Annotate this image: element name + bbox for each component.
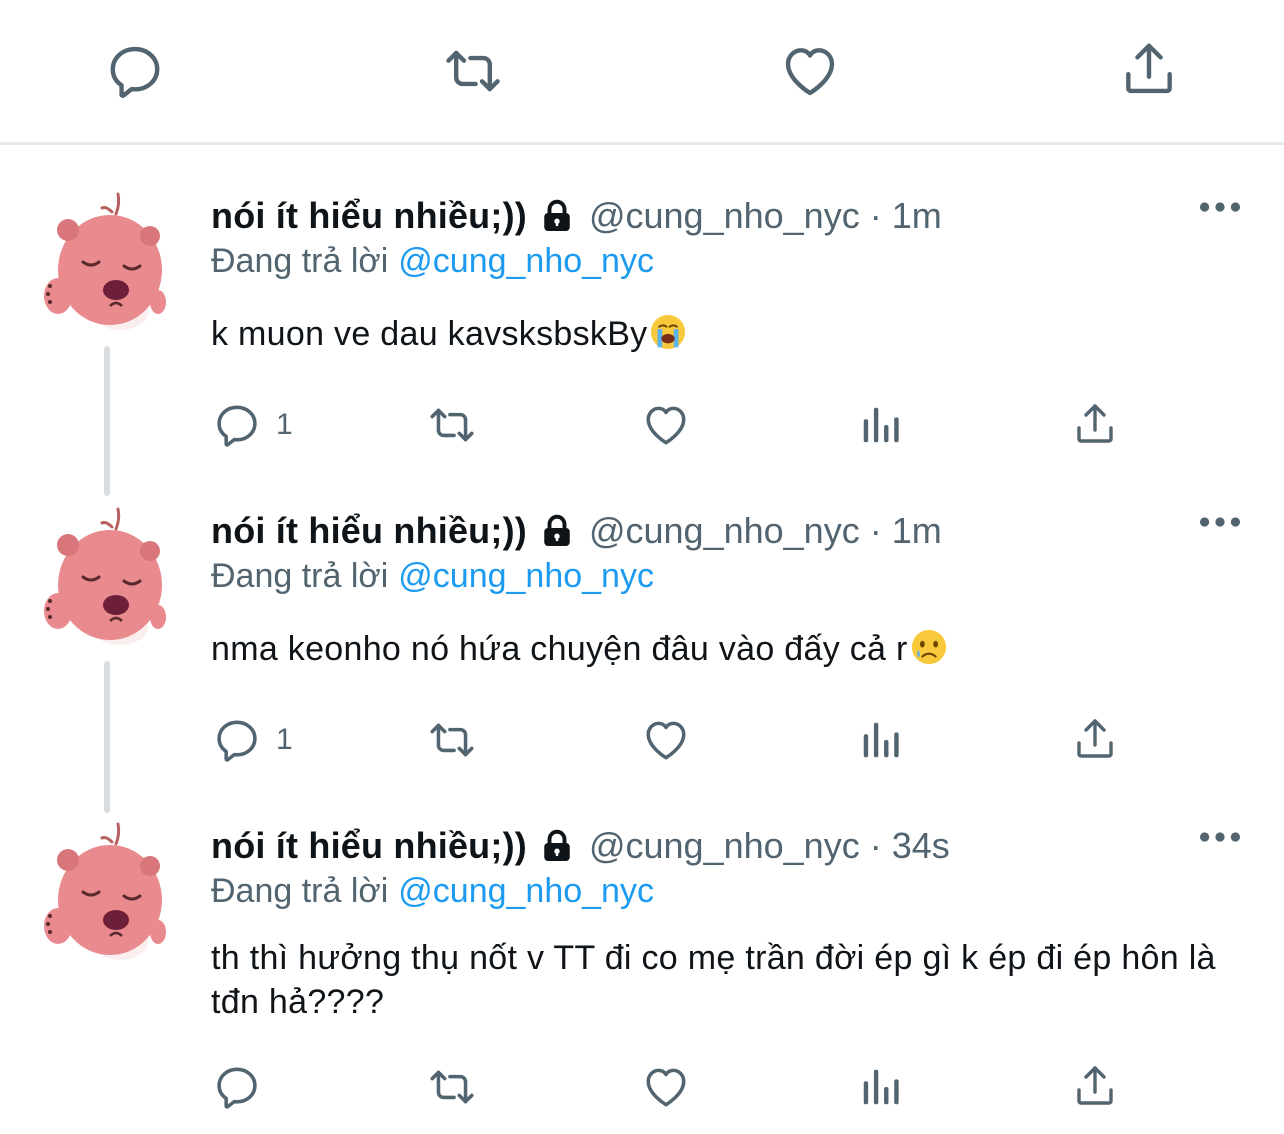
separator: · (869, 195, 882, 236)
retweet-icon[interactable] (422, 715, 482, 765)
like-icon[interactable] (640, 1062, 692, 1112)
replying-to-label: Đang trả lời (211, 557, 389, 595)
timestamp[interactable]: 34s (892, 825, 950, 867)
separator: · (869, 510, 882, 551)
reply-button[interactable]: 1 (212, 715, 293, 765)
views-icon[interactable] (858, 1064, 904, 1110)
like-icon[interactable] (640, 715, 692, 765)
more-options-icon[interactable] (1198, 200, 1242, 214)
reply-handle-link[interactable]: @cung_nho_nyc (398, 872, 654, 910)
tweet-actions (0, 1062, 1284, 1112)
separator: · (869, 825, 882, 866)
timestamp[interactable]: 1m (892, 510, 942, 552)
reply-handle-link[interactable]: @cung_nho_nyc (398, 557, 654, 595)
replying-to: Đang trả lời @cung_nho_nyc (211, 242, 654, 281)
views-icon[interactable] (858, 717, 904, 763)
reply-icon (212, 1062, 262, 1112)
retweet-icon[interactable] (422, 1062, 482, 1112)
tweet-actions: 1 (0, 715, 1284, 765)
display-name[interactable]: nói ít hiểu nhiều;)) (211, 510, 527, 552)
tweet-text: k muon ve dau kavsksbskBy (211, 312, 1251, 356)
reply-count: 1 (276, 723, 293, 756)
share-icon[interactable] (1070, 715, 1120, 763)
more-options-icon[interactable] (1198, 515, 1242, 529)
tweet-actions: 1 (0, 400, 1284, 450)
reply-button[interactable]: 1 (212, 400, 293, 450)
lock-icon (539, 198, 575, 234)
retweet-icon[interactable] (422, 400, 482, 450)
tweet-text-content: k muon ve dau kavsksbskBy (211, 315, 648, 353)
user-handle[interactable]: @cung_nho_nyc (589, 195, 860, 237)
share-icon[interactable] (1070, 400, 1120, 448)
tweet-text: nma keonho nó hứa chuyện đâu vào đấy cả … (211, 627, 1251, 671)
top-action-bar (0, 0, 1284, 142)
reply-handle-link[interactable]: @cung_nho_nyc (398, 242, 654, 280)
lock-icon (539, 828, 575, 864)
reply-count: 1 (276, 408, 293, 441)
user-handle[interactable]: @cung_nho_nyc (589, 825, 860, 867)
user-handle[interactable]: @cung_nho_nyc (589, 510, 860, 552)
like-icon[interactable] (640, 400, 692, 450)
reply-icon[interactable] (104, 40, 166, 102)
like-icon[interactable] (779, 40, 841, 102)
tweet[interactable]: nói ít hiểu nhiều;)) @cung_nho_nyc · 1m … (0, 192, 1284, 496)
tweet-header: nói ít hiểu nhiều;)) @cung_nho_nyc · 34s (211, 822, 950, 870)
share-icon[interactable] (1118, 38, 1180, 100)
divider (0, 142, 1284, 145)
avatar[interactable] (38, 822, 168, 962)
timestamp[interactable]: 1m (892, 195, 942, 237)
replying-to-label: Đang trả lời (211, 872, 389, 910)
display-name[interactable]: nói ít hiểu nhiều;)) (211, 195, 527, 237)
more-options-icon[interactable] (1198, 830, 1242, 844)
avatar[interactable] (38, 192, 168, 332)
tweet[interactable]: nói ít hiểu nhiều;)) @cung_nho_nyc · 1m … (0, 507, 1284, 813)
replying-to-label: Đang trả lời (211, 242, 389, 280)
share-icon[interactable] (1070, 1062, 1120, 1110)
replying-to: Đang trả lời @cung_nho_nyc (211, 872, 654, 911)
display-name[interactable]: nói ít hiểu nhiều;)) (211, 825, 527, 867)
reply-button[interactable] (212, 1062, 276, 1112)
tweet-text: th thì hưởng thụ nốt v TT đi co mẹ trần … (211, 939, 1216, 1021)
tweet-header: nói ít hiểu nhiều;)) @cung_nho_nyc · 1m (211, 507, 942, 555)
tweet-header: nói ít hiểu nhiều;)) @cung_nho_nyc · 1m (211, 192, 942, 240)
reply-icon (212, 715, 262, 765)
lock-icon (539, 513, 575, 549)
loudly-crying-face-icon (649, 313, 687, 351)
tweet-text-content: nma keonho nó hứa chuyện đâu vào đấy cả … (211, 630, 908, 668)
crying-face-icon (910, 628, 948, 666)
retweet-icon[interactable] (438, 40, 508, 102)
tweet[interactable]: nói ít hiểu nhiều;)) @cung_nho_nyc · 34s… (0, 822, 1284, 1132)
reply-icon (212, 400, 262, 450)
avatar[interactable] (38, 507, 168, 647)
views-icon[interactable] (858, 402, 904, 448)
replying-to: Đang trả lời @cung_nho_nyc (211, 557, 654, 596)
